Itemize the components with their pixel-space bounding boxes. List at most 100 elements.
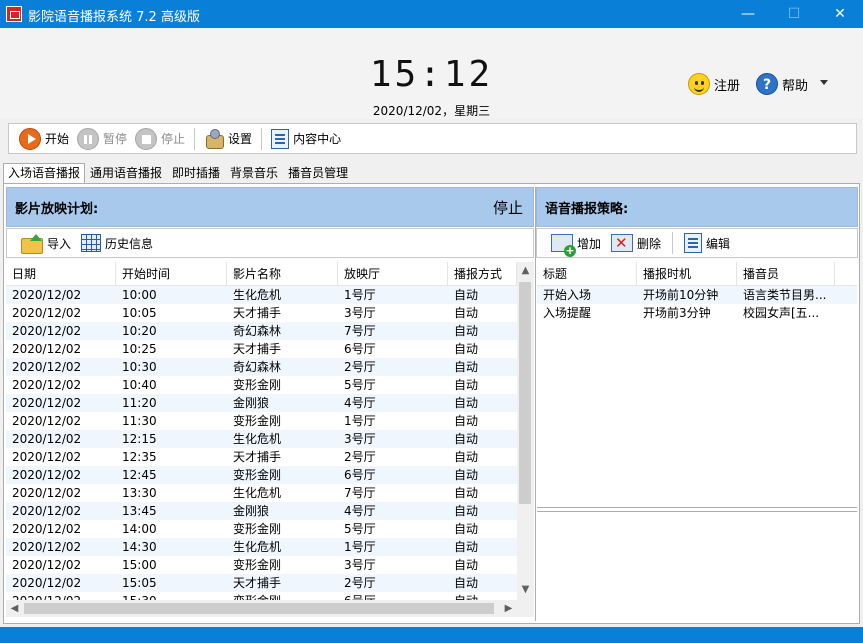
app-icon	[6, 6, 22, 22]
schedule-row-cell: 6号厅	[344, 342, 376, 356]
strategy-panel-title: 语音播报策略:	[545, 201, 629, 217]
settings-icon	[204, 128, 225, 149]
schedule-vertical-scrollbar[interactable]: ▲ ▼	[517, 262, 534, 600]
schedule-row[interactable]: 2020/12/02 10:30 奇幻森林 2号厅 自动	[6, 358, 517, 376]
schedule-row-cell: 天才捕手	[233, 342, 282, 356]
schedule-row[interactable]: 2020/12/0215:30变形金刚6号厅自动	[6, 592, 517, 600]
schedule-row-cell: 15:30	[116, 592, 227, 600]
close-button[interactable]: ✕	[817, 0, 863, 28]
scroll-right-icon[interactable]: ▶	[500, 600, 517, 617]
schedule-row-cell: 变形金刚	[233, 414, 282, 428]
register-link[interactable]: 注册	[688, 72, 740, 96]
strategy-table-header: 标题 播报时机 播音员	[537, 262, 857, 286]
schedule-row[interactable]: 2020/12/02 11:20 金刚狼 4号厅 自动	[6, 394, 517, 412]
pause-button[interactable]: 暂停	[73, 126, 131, 152]
stop-button[interactable]: 停止	[131, 126, 189, 152]
clock-date: 2020/12/02，星期三	[372, 104, 491, 118]
add-button[interactable]: 增加	[547, 230, 605, 257]
scrollbar-thumb[interactable]	[519, 282, 531, 504]
stop-icon	[135, 127, 158, 150]
delete-icon	[611, 234, 634, 252]
strategy-row[interactable]: 入场提醒 开场前3分钟 校园女声[五...	[537, 304, 857, 322]
schedule-row-cell: 15:00	[122, 558, 157, 572]
scrollbar-thumb[interactable]	[24, 603, 494, 614]
schedule-row-cell: 变形金刚	[233, 522, 282, 536]
strategy-panel-header: 语音播报策略:	[536, 187, 858, 227]
schedule-row[interactable]: 2020/12/02 13:30 生化危机 7号厅 自动	[6, 484, 517, 502]
schedule-row-cell: 2020/12/02	[12, 342, 82, 356]
tab-instant-insert[interactable]: 即时插播	[167, 163, 225, 183]
schedule-row-cell: 2号厅	[344, 360, 376, 374]
import-button[interactable]: 导入	[17, 230, 75, 256]
column-header-start-time[interactable]: 开始时间	[116, 262, 227, 285]
schedule-row-cell: 12:45	[122, 468, 157, 482]
schedule-row-cell: 4号厅	[344, 396, 376, 410]
tab-background-music[interactable]: 背景音乐	[225, 163, 283, 183]
schedule-row[interactable]: 2020/12/02 11:30 变形金刚 1号厅 自动	[6, 412, 517, 430]
schedule-row-cell: 奇幻森林	[233, 360, 282, 374]
schedule-row[interactable]: 2020/12/02 10:25 天才捕手 6号厅 自动	[6, 340, 517, 358]
history-button[interactable]: 历史信息	[77, 230, 157, 256]
edit-button[interactable]: 编辑	[680, 230, 734, 256]
schedule-row-cell: 自动	[454, 558, 479, 572]
content-center-button[interactable]: 内容中心	[267, 126, 345, 152]
strategy-detail-area	[537, 511, 857, 621]
schedule-row-cell: 1号厅	[344, 288, 376, 302]
stop-label: 停止	[161, 132, 186, 146]
schedule-row[interactable]: 2020/12/02 12:45 变形金刚 6号厅 自动	[6, 466, 517, 484]
status-bar	[0, 627, 863, 643]
schedule-row[interactable]: 2020/12/02 12:35 天才捕手 2号厅 自动	[6, 448, 517, 466]
schedule-rows: 2020/12/02 10:00 生化危机 1号厅 自动 2020/12/02 10:05 天…	[6, 286, 517, 600]
schedule-horizontal-scrollbar[interactable]: ◀ ▶	[6, 600, 517, 617]
column-header-film-name[interactable]: 影片名称	[227, 262, 338, 285]
schedule-row[interactable]: 2020/12/02 14:30 生化危机 1号厅 自动	[6, 538, 517, 556]
schedule-row-cell: 自动	[454, 504, 479, 518]
schedule-row-cell: 2020/12/02	[12, 558, 82, 572]
schedule-row[interactable]: 2020/12/02 15:00 变形金刚 3号厅 自动	[6, 556, 517, 574]
column-header-hall[interactable]: 放映厅	[338, 262, 448, 285]
schedule-row-cell: 2020/12/02	[12, 378, 82, 392]
column-header-timing[interactable]: 播报时机	[637, 262, 737, 285]
scroll-down-icon[interactable]: ▼	[517, 581, 534, 598]
schedule-row[interactable]: 2020/12/02 14:00 变形金刚 5号厅 自动	[6, 520, 517, 538]
schedule-row-cell: 13:30	[122, 486, 157, 500]
schedule-row-cell: 2020/12/02	[12, 396, 82, 410]
tab-general-broadcast[interactable]: 通用语音播报	[85, 163, 167, 183]
schedule-row[interactable]: 2020/12/02 10:20 奇幻森林 7号厅 自动	[6, 322, 517, 340]
tab-entry-broadcast[interactable]: 入场语音播报	[3, 163, 86, 184]
column-header-date[interactable]: 日期	[6, 262, 116, 285]
strategy-row[interactable]: 开始入场 开场前10分钟 语言类节目男...	[537, 286, 857, 304]
schedule-row[interactable]: 2020/12/02 13:45 金刚狼 4号厅 自动	[6, 502, 517, 520]
schedule-row[interactable]: 2020/12/02 10:40 变形金刚 5号厅 自动	[6, 376, 517, 394]
scroll-left-icon[interactable]: ◀	[6, 600, 23, 617]
column-header-announcer[interactable]: 播音员	[737, 262, 835, 285]
help-dropdown-icon[interactable]	[820, 80, 828, 85]
window-title: 影院语音播报系统 7.2 高级版	[28, 10, 200, 25]
help-link[interactable]: ? 帮助	[756, 72, 808, 96]
start-label: 开始	[45, 132, 70, 146]
schedule-row[interactable]: 2020/12/02 10:05 天才捕手 3号厅 自动	[6, 304, 517, 322]
schedule-row[interactable]: 2020/12/02 15:05 天才捕手 2号厅 自动	[6, 574, 517, 592]
schedule-row-cell: 14:00	[122, 522, 157, 536]
start-button[interactable]: 开始	[15, 126, 73, 152]
schedule-row[interactable]: 2020/12/02 12:15 生化危机 3号厅 自动	[6, 430, 517, 448]
maximize-button[interactable]: ☐	[771, 0, 817, 28]
add-icon	[551, 234, 576, 257]
schedule-row-cell: 自动	[454, 450, 479, 464]
minimize-button[interactable]: —	[725, 0, 771, 28]
tab-announcer-management[interactable]: 播音员管理	[283, 163, 353, 183]
clock-header: 15:12 2020/12/02，星期三 注册 ? 帮助	[0, 28, 863, 119]
edit-label: 编辑	[706, 236, 731, 251]
schedule-row[interactable]: 2020/12/02 10:00 生化危机 1号厅 自动	[6, 286, 517, 304]
column-header-broadcast-mode[interactable]: 播报方式	[448, 262, 517, 285]
schedule-row-cell: 天才捕手	[233, 576, 282, 590]
column-header-title[interactable]: 标题	[537, 262, 637, 285]
schedule-row-cell: 天才捕手	[233, 450, 282, 464]
strategy-row-cell: 开始入场	[543, 288, 592, 302]
delete-button[interactable]: 删除	[607, 230, 665, 256]
schedule-row-cell: 15:05	[122, 576, 157, 590]
settings-button[interactable]: 设置	[200, 126, 256, 152]
schedule-row-cell: 2020/12/02	[12, 522, 82, 536]
schedule-row-cell: 天才捕手	[233, 306, 282, 320]
scroll-up-icon[interactable]: ▲	[517, 262, 534, 279]
